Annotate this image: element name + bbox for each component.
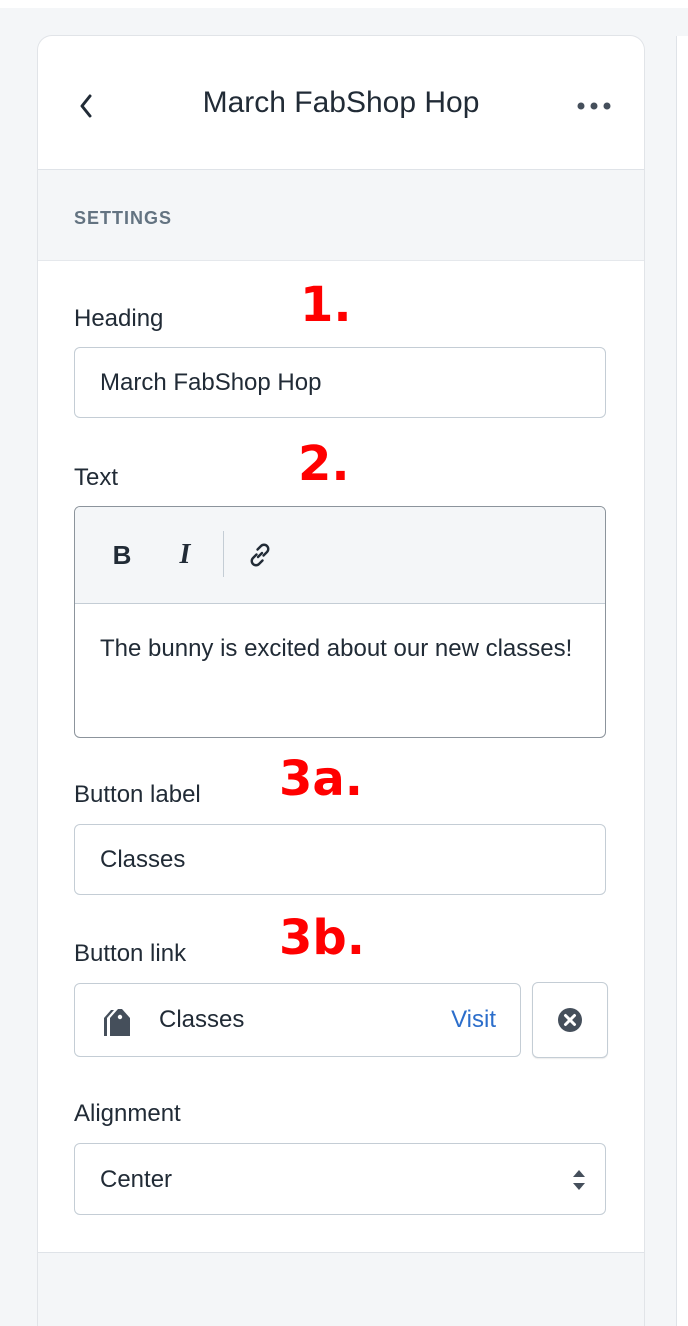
button-link-label: Button link <box>74 940 187 967</box>
heading-input-value: March FabShop Hop <box>100 368 322 396</box>
annotation-1: 1. <box>300 277 352 333</box>
annotation-3b: 3b. <box>279 910 365 966</box>
button-link-value: Classes <box>159 1006 245 1033</box>
top-strip <box>0 0 688 8</box>
visit-link[interactable]: Visit <box>451 1006 496 1034</box>
preview-pane-edge <box>676 36 688 1326</box>
text-editor: B I The bunny is excited about our new c… <box>74 506 606 738</box>
tag-icon <box>104 1009 130 1036</box>
button-label-label: Button label <box>74 781 201 808</box>
more-actions-button[interactable] <box>574 92 614 120</box>
section-header: SETTINGS <box>38 170 644 261</box>
panel-header: March FabShop Hop <box>38 36 644 170</box>
panel-title: March FabShop Hop <box>202 86 480 119</box>
button-label-input-value: Classes <box>100 845 186 873</box>
button-label-input[interactable]: Classes <box>74 824 606 895</box>
annotation-3a: 3a. <box>279 751 364 807</box>
heading-input[interactable]: March FabShop Hop <box>74 347 606 418</box>
link-icon <box>250 543 270 567</box>
select-arrows-icon <box>573 1170 585 1190</box>
bold-button[interactable]: B <box>105 535 139 575</box>
annotation-2: 2. <box>298 436 350 492</box>
section-label: SETTINGS <box>74 208 173 228</box>
editor-toolbar: B I <box>75 507 605 604</box>
italic-button[interactable]: I <box>168 535 202 575</box>
clear-link-button[interactable] <box>532 982 608 1058</box>
heading-label: Heading <box>74 305 164 332</box>
alignment-select-value: Center <box>100 1166 173 1193</box>
panel-footer <box>38 1253 644 1326</box>
alignment-select[interactable]: Center <box>74 1143 606 1215</box>
link-button[interactable] <box>243 535 277 575</box>
alignment-label: Alignment <box>74 1100 181 1127</box>
text-label: Text <box>74 464 119 491</box>
text-editor-content[interactable]: The bunny is excited about our new class… <box>75 604 605 695</box>
more-horizontal-icon <box>577 102 611 110</box>
clear-circle-icon <box>558 1008 582 1032</box>
toolbar-divider <box>223 531 224 577</box>
button-link-picker[interactable]: Classes Visit <box>74 983 521 1057</box>
settings-panel: March FabShop Hop SETTINGS Heading 1. Ma… <box>38 36 644 1326</box>
